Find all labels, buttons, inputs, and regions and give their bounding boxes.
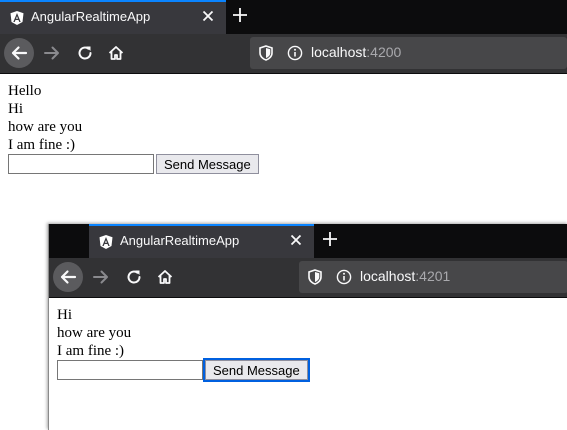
address-bar[interactable]: localhost:4201 <box>299 261 567 293</box>
message-item: Hello <box>8 83 42 99</box>
angular-logo-icon <box>99 235 113 249</box>
send-message-button[interactable]: Send Message <box>156 154 259 174</box>
message-input[interactable] <box>57 360 203 380</box>
message-item: how are you <box>8 119 83 135</box>
send-message-button[interactable]: Send Message <box>203 358 310 382</box>
message-item: how are you <box>57 325 132 341</box>
back-button[interactable] <box>53 262 83 292</box>
tab-bar: AngularRealtimeApp <box>0 0 567 34</box>
address-bar[interactable]: localhost:4200 <box>250 37 567 69</box>
message-item: Hi <box>57 307 72 323</box>
forward-arrow-icon[interactable] <box>92 268 110 286</box>
browser-window-4201: AngularRealtimeApp localhost:4201 Hi how… <box>48 224 567 430</box>
plus-icon[interactable] <box>231 6 249 24</box>
info-icon[interactable] <box>336 269 352 285</box>
message-item: I am fine :) <box>8 137 76 153</box>
url-host: localhost <box>311 44 367 60</box>
tab-title: AngularRealtimeApp <box>120 233 240 248</box>
back-button[interactable] <box>4 38 34 68</box>
navigation-toolbar: localhost:4201 <box>49 258 567 298</box>
tab-bar: AngularRealtimeApp <box>49 224 567 258</box>
navigation-toolbar: localhost:4200 <box>0 34 567 74</box>
message-composer: Send Message <box>8 154 559 174</box>
page-content: Hi how are you I am fine :) Send Message <box>49 298 567 388</box>
shield-icon[interactable] <box>259 45 273 61</box>
shield-icon[interactable] <box>308 269 322 285</box>
back-arrow-icon <box>60 270 77 284</box>
forward-arrow-icon[interactable] <box>43 44 61 62</box>
message-item: I am fine :) <box>57 343 125 359</box>
tab-angular-realtime-app[interactable]: AngularRealtimeApp <box>0 0 226 34</box>
url-port: :4200 <box>366 44 402 60</box>
home-icon[interactable] <box>156 268 174 286</box>
message-composer: Send Message <box>57 358 560 382</box>
url-text: localhost:4200 <box>311 44 401 60</box>
angular-logo-icon <box>10 11 24 25</box>
message-input[interactable] <box>8 154 154 174</box>
page-content: Hello Hi how are you I am fine :) Send M… <box>0 74 567 182</box>
reload-icon[interactable] <box>125 268 143 286</box>
plus-icon[interactable] <box>321 230 339 248</box>
reload-icon[interactable] <box>76 44 94 62</box>
tab-title: AngularRealtimeApp <box>31 9 151 24</box>
info-icon[interactable] <box>287 45 303 61</box>
message-item: Hi <box>8 101 23 117</box>
url-port: :4201 <box>415 268 451 284</box>
close-icon[interactable] <box>200 8 216 24</box>
tab-angular-realtime-app[interactable]: AngularRealtimeApp <box>89 224 314 258</box>
url-text: localhost:4201 <box>360 268 450 284</box>
url-host: localhost <box>360 268 416 284</box>
close-icon[interactable] <box>288 232 304 248</box>
home-icon[interactable] <box>107 44 125 62</box>
back-arrow-icon <box>11 46 28 60</box>
